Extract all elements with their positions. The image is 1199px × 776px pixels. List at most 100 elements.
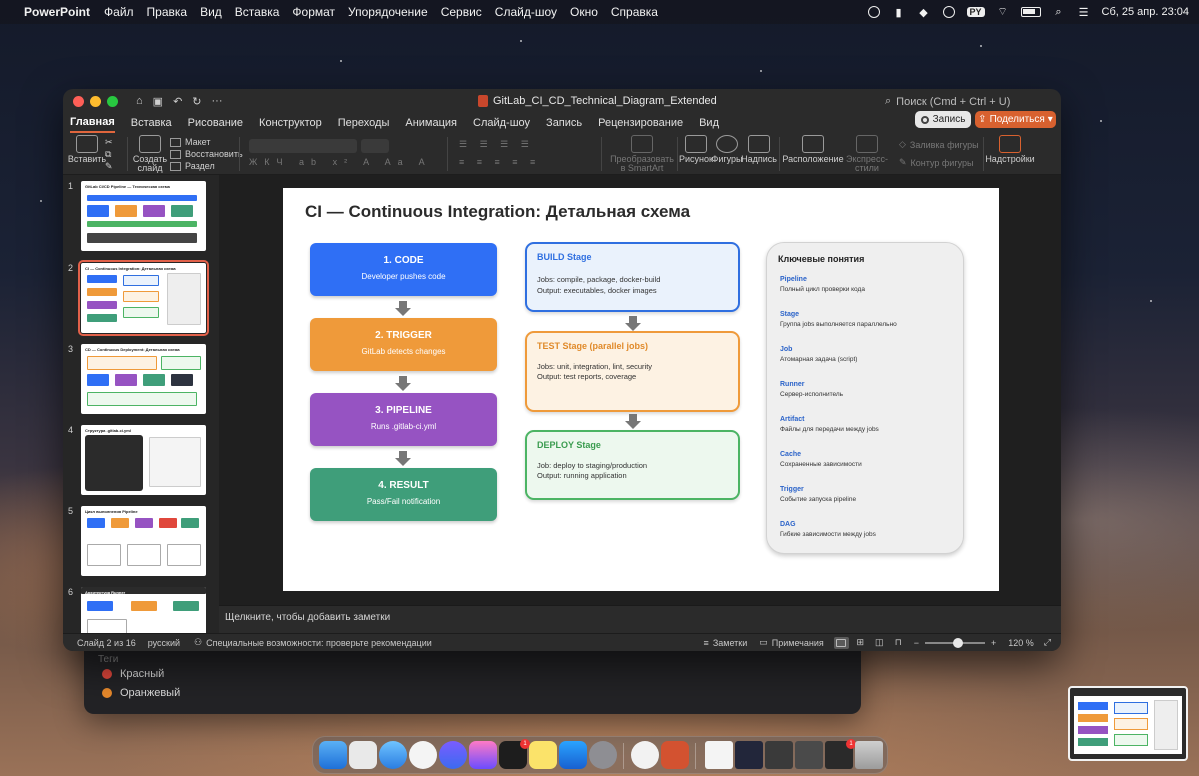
slide-thumbnail-4[interactable]: Структура .gitlab-ci.yml bbox=[81, 425, 206, 495]
messenger-icon[interactable] bbox=[439, 741, 467, 769]
deploy-stage-box[interactable]: DEPLOY Stage Job: deploy to staging/prod… bbox=[525, 430, 740, 500]
window-thumbnail-icon[interactable] bbox=[795, 741, 823, 769]
window-thumbnail-icon[interactable]: 1 bbox=[825, 739, 856, 769]
tab-draw[interactable]: Рисование bbox=[188, 113, 243, 133]
tool-icon[interactable]: ▮ bbox=[892, 6, 906, 19]
battery-icon[interactable] bbox=[1020, 7, 1041, 17]
tab-view[interactable]: Вид bbox=[699, 113, 719, 133]
zoom-out-button[interactable]: − bbox=[914, 638, 919, 648]
build-stage-box[interactable]: BUILD Stage Jobs: compile, package, dock… bbox=[525, 242, 740, 312]
dropbox-icon[interactable]: ◆ bbox=[917, 6, 931, 19]
reading-view-button[interactable]: ◫ bbox=[872, 637, 887, 649]
paste-button[interactable]: Вставить bbox=[68, 135, 106, 164]
step-code-box[interactable]: 1. CODE Developer pushes code bbox=[310, 243, 497, 296]
tab-review[interactable]: Рецензирование bbox=[598, 113, 683, 133]
paragraph-buttons[interactable]: ☰ ☰ ☰ ☰ bbox=[459, 139, 534, 150]
menu-arrange[interactable]: Упорядочение bbox=[348, 5, 428, 19]
slide-thumbnail-6[interactable]: Архитектура Runner bbox=[81, 587, 206, 633]
minimize-window-button[interactable] bbox=[90, 95, 101, 107]
menu-format[interactable]: Формат bbox=[292, 5, 335, 19]
zoom-window-button[interactable] bbox=[107, 95, 118, 107]
obsidian-icon[interactable] bbox=[469, 741, 497, 769]
step-pipeline-box[interactable]: 3. PIPELINE Runs .gitlab-ci.yml bbox=[310, 393, 497, 446]
safari-icon[interactable] bbox=[379, 741, 407, 769]
menu-insert[interactable]: Вставка bbox=[235, 5, 280, 19]
arrange-button[interactable]: Расположение bbox=[782, 135, 844, 164]
window-preview-thumbnail[interactable] bbox=[1068, 686, 1188, 761]
slide-thumbnail-1[interactable]: GitLab CI/CD Pipeline — Техническая схем… bbox=[81, 181, 206, 251]
more-icon[interactable]: ··· bbox=[212, 95, 223, 108]
menu-help[interactable]: Справка bbox=[611, 5, 658, 19]
menubar-app-name[interactable]: PowerPoint bbox=[24, 5, 90, 19]
tab-insert[interactable]: Вставка bbox=[131, 113, 172, 133]
control-center-icon[interactable]: ☰ bbox=[1077, 6, 1091, 19]
tab-design[interactable]: Конструктор bbox=[259, 113, 322, 133]
wifi-icon[interactable]: ⌔ bbox=[996, 6, 1010, 18]
slideshow-view-button[interactable]: ⊓ bbox=[891, 637, 906, 649]
document-thumbnail-icon[interactable] bbox=[735, 741, 763, 769]
input-source-badge[interactable]: PY bbox=[966, 7, 985, 17]
font-format-buttons[interactable]: ЖКЧ ab x² A Aa A bbox=[249, 157, 432, 167]
align-buttons[interactable]: ≡ ≡ ≡ ≡ ≡ bbox=[459, 157, 540, 167]
slide-thumbnail-3[interactable]: CD — Continuous Deployment: Детальная сх… bbox=[81, 344, 206, 414]
launchpad-icon[interactable] bbox=[349, 741, 377, 769]
picture-button[interactable]: Рисунок bbox=[679, 135, 713, 164]
pycharm-icon[interactable] bbox=[631, 741, 659, 769]
slide-thumbnails-pane[interactable]: 1 GitLab CI/CD Pipeline — Техническая сх… bbox=[63, 175, 219, 633]
test-stage-box[interactable]: TEST Stage (parallel jobs) Jobs: unit, i… bbox=[525, 331, 740, 412]
reset-button[interactable]: Восстановить bbox=[170, 149, 243, 159]
key-concepts-box[interactable]: Ключевые понятия Pipeline Полный цикл пр… bbox=[766, 242, 964, 554]
undo-icon[interactable]: ↶ bbox=[173, 95, 182, 108]
github-icon[interactable] bbox=[867, 6, 881, 18]
express-styles-button[interactable]: Экспресс-стили bbox=[839, 135, 895, 174]
sorter-view-button[interactable]: ⊞ bbox=[853, 637, 868, 649]
slide-title[interactable]: CI — Continuous Integration: Детальная с… bbox=[305, 202, 690, 222]
cut-icon[interactable]: ✂ bbox=[105, 137, 113, 148]
close-window-button[interactable] bbox=[73, 95, 84, 107]
powerpoint-icon[interactable] bbox=[661, 741, 689, 769]
zoom-level[interactable]: 120 % bbox=[1008, 638, 1034, 648]
terminal-icon[interactable]: 1 bbox=[499, 739, 530, 769]
tab-animations[interactable]: Анимация bbox=[405, 113, 457, 133]
redo-icon[interactable]: ↻ bbox=[192, 95, 201, 108]
trash-icon[interactable] bbox=[855, 741, 883, 769]
yandex-browser-icon[interactable] bbox=[409, 741, 437, 769]
slide-thumbnail-5[interactable]: Цикл выполнения Pipeline bbox=[81, 506, 206, 576]
tab-home[interactable]: Главная bbox=[70, 113, 115, 133]
language-indicator[interactable]: русский bbox=[148, 638, 180, 648]
zoom-slider[interactable] bbox=[925, 637, 985, 648]
copy-icon[interactable]: ⧉ bbox=[105, 149, 111, 160]
notes-toggle[interactable]: ≡ Заметки bbox=[704, 638, 748, 648]
share-button[interactable]: ⇪ Поделиться ▾ bbox=[975, 111, 1056, 128]
home-icon[interactable]: ⌂ bbox=[136, 95, 143, 108]
layout-button[interactable]: Макет bbox=[170, 137, 210, 147]
menu-edit[interactable]: Правка bbox=[147, 5, 188, 19]
shapes-button[interactable]: Фигуры bbox=[711, 135, 743, 164]
menubar-datetime[interactable]: Сб, 25 апр. 23:04 bbox=[1102, 6, 1189, 18]
new-slide-button[interactable]: Создать слайд bbox=[133, 135, 167, 174]
menu-tools[interactable]: Сервис bbox=[441, 5, 482, 19]
menu-window[interactable]: Окно bbox=[570, 5, 598, 19]
notes-app-icon[interactable] bbox=[529, 741, 557, 769]
addins-button[interactable]: Надстройки bbox=[985, 135, 1035, 164]
comments-toggle[interactable]: ▭ Примечания bbox=[759, 637, 823, 648]
zoom-in-button[interactable]: + bbox=[991, 638, 996, 648]
font-size-select[interactable] bbox=[361, 139, 389, 153]
slide-editor-canvas[interactable]: CI — Continuous Integration: Детальная с… bbox=[219, 175, 1061, 605]
menu-view[interactable]: Вид bbox=[200, 5, 222, 19]
tab-transitions[interactable]: Переходы bbox=[338, 113, 390, 133]
record-button[interactable]: Запись bbox=[915, 111, 971, 128]
notes-pane[interactable]: Щелкните, чтобы добавить заметки bbox=[219, 605, 1061, 633]
search-icon[interactable]: ⌕ bbox=[1052, 6, 1066, 18]
normal-view-button[interactable] bbox=[833, 636, 849, 649]
tag-item[interactable]: Оранжевый bbox=[102, 687, 180, 699]
menu-slideshow[interactable]: Слайд-шоу bbox=[495, 5, 557, 19]
textbox-button[interactable]: Надпись bbox=[741, 135, 777, 164]
format-painter-icon[interactable]: ✎ bbox=[105, 161, 113, 172]
fit-slide-icon[interactable]: ⤢ bbox=[1044, 637, 1051, 648]
finder-icon[interactable] bbox=[319, 741, 347, 769]
accessibility-status[interactable]: Специальные возможности: проверьте реком… bbox=[206, 638, 432, 648]
zoom-slider-handle[interactable] bbox=[953, 637, 963, 648]
section-button[interactable]: Раздел bbox=[170, 161, 215, 171]
tab-slideshow[interactable]: Слайд-шоу bbox=[473, 113, 530, 133]
